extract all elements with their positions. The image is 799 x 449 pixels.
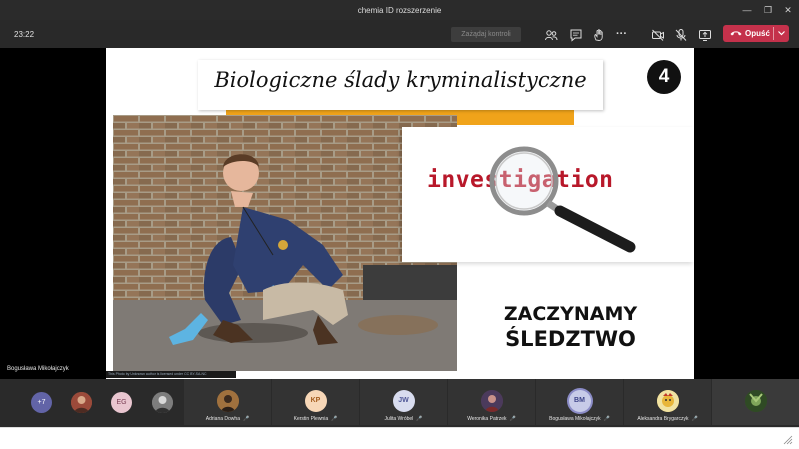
participant-tile[interactable]: JW Julita Wróbel 🎤 bbox=[360, 379, 447, 425]
participant-tile-active[interactable]: BM Bogusława Mikołajczyk 🎤 bbox=[536, 379, 623, 425]
share-screen-icon[interactable] bbox=[698, 28, 712, 42]
more-options-icon[interactable]: ··· bbox=[616, 28, 630, 42]
camera-off-icon[interactable] bbox=[651, 28, 665, 42]
leave-label: Opuść bbox=[745, 29, 770, 38]
close-icon[interactable]: ✕ bbox=[781, 3, 795, 17]
microphone-off-icon: 🎤 bbox=[331, 416, 338, 422]
avatar-photo bbox=[216, 390, 239, 412]
participant-name: Bogusława Mikołajczyk 🎤 bbox=[549, 416, 610, 422]
participant-tile[interactable]: Aleksandra Brygarczyk 🎤 bbox=[624, 379, 711, 425]
participant-avatar[interactable] bbox=[71, 392, 92, 413]
slide-title: Biologiczne ślady kryminalistyczne bbox=[198, 60, 603, 110]
leave-button[interactable]: Opuść bbox=[723, 25, 789, 42]
microphone-off-icon: 🎤 bbox=[242, 416, 250, 422]
participant-avatar: BM bbox=[568, 390, 591, 412]
participant-name: Kerstin Plewnia 🎤 bbox=[293, 416, 338, 422]
self-view-tile[interactable] bbox=[712, 379, 799, 425]
window-titlebar: chemia ID rozszerzenie — ❐ ✕ bbox=[0, 0, 799, 20]
chevron-down-icon[interactable] bbox=[777, 27, 786, 39]
participant-avatar-eg[interactable]: EG bbox=[111, 392, 132, 413]
meeting-timer: 23:22 bbox=[14, 30, 35, 39]
participant-avatar bbox=[216, 390, 239, 412]
participants-icon[interactable] bbox=[544, 28, 558, 42]
microphone-off-icon[interactable] bbox=[674, 28, 688, 42]
microphone-off-icon: 🎤 bbox=[603, 416, 610, 422]
microphone-off-icon: 🎤 bbox=[509, 416, 516, 422]
raise-hand-icon[interactable] bbox=[592, 28, 606, 42]
avatar-photo bbox=[152, 392, 173, 413]
participant-name: Weronika Patrzek 🎤 bbox=[467, 416, 516, 422]
avatar-photo bbox=[744, 390, 767, 412]
participant-name: Adriana Dowha 🎤 bbox=[205, 416, 250, 422]
microphone-off-icon: 🎤 bbox=[416, 416, 423, 422]
minimize-icon[interactable]: — bbox=[740, 3, 754, 17]
investigation-graphic: investigation bbox=[402, 127, 694, 262]
hang-up-icon bbox=[730, 31, 742, 36]
restore-icon[interactable]: ❐ bbox=[761, 3, 775, 17]
slide-caption: ZACZYNAMY ŚLEDZTWO bbox=[478, 303, 663, 351]
participant-avatar[interactable] bbox=[152, 392, 173, 413]
participant-strip: +7 EG Adriana Dowha 🎤 KP Kerstin Plewnia 🎤… bbox=[0, 379, 799, 427]
caption-line-2: ŚLEDZTWO bbox=[505, 327, 636, 351]
chat-icon[interactable] bbox=[569, 28, 583, 42]
participant-avatar bbox=[656, 390, 679, 412]
window-title: chemia ID rozszerzenie bbox=[357, 6, 442, 15]
caption-line-1: ZACZYNAMY bbox=[503, 303, 638, 325]
participant-avatar bbox=[480, 390, 503, 412]
bottom-panel bbox=[0, 427, 799, 449]
avatar-photo bbox=[656, 390, 679, 412]
leave-divider bbox=[773, 27, 774, 40]
avatar-photo bbox=[480, 390, 503, 412]
magnifying-glass-icon bbox=[489, 146, 636, 253]
participant-tile[interactable]: KP Kerstin Plewnia 🎤 bbox=[272, 379, 359, 425]
meeting-toolbar: 23:22 Zażądaj kontroli ··· Opuść bbox=[0, 20, 799, 48]
more-participants-badge[interactable]: +7 bbox=[31, 392, 52, 413]
participant-name: Julita Wróbel 🎤 bbox=[384, 416, 423, 422]
take-control-button[interactable]: Zażądaj kontroli bbox=[451, 27, 521, 42]
presenter-name: Bogusława Mikołajczyk bbox=[7, 366, 69, 372]
microphone-off-icon: 🎤 bbox=[691, 416, 698, 422]
participant-avatar: JW bbox=[392, 390, 415, 412]
participant-name: Aleksandra Brygarczyk 🎤 bbox=[637, 416, 698, 422]
slide-number-badge: 4 bbox=[647, 60, 681, 94]
shared-slide: Biologiczne ślady kryminalistyczne 4 Thi… bbox=[106, 48, 694, 379]
self-avatar bbox=[744, 390, 767, 412]
participant-avatar: KP bbox=[304, 390, 327, 412]
resize-grip-icon[interactable] bbox=[783, 435, 793, 445]
photo-credit: This Photo by Unknown author is licensed… bbox=[106, 371, 236, 378]
avatar-photo bbox=[71, 392, 92, 413]
participant-tile[interactable]: Weronika Patrzek 🎤 bbox=[448, 379, 535, 425]
participant-tile[interactable]: Adriana Dowha 🎤 bbox=[184, 379, 271, 425]
